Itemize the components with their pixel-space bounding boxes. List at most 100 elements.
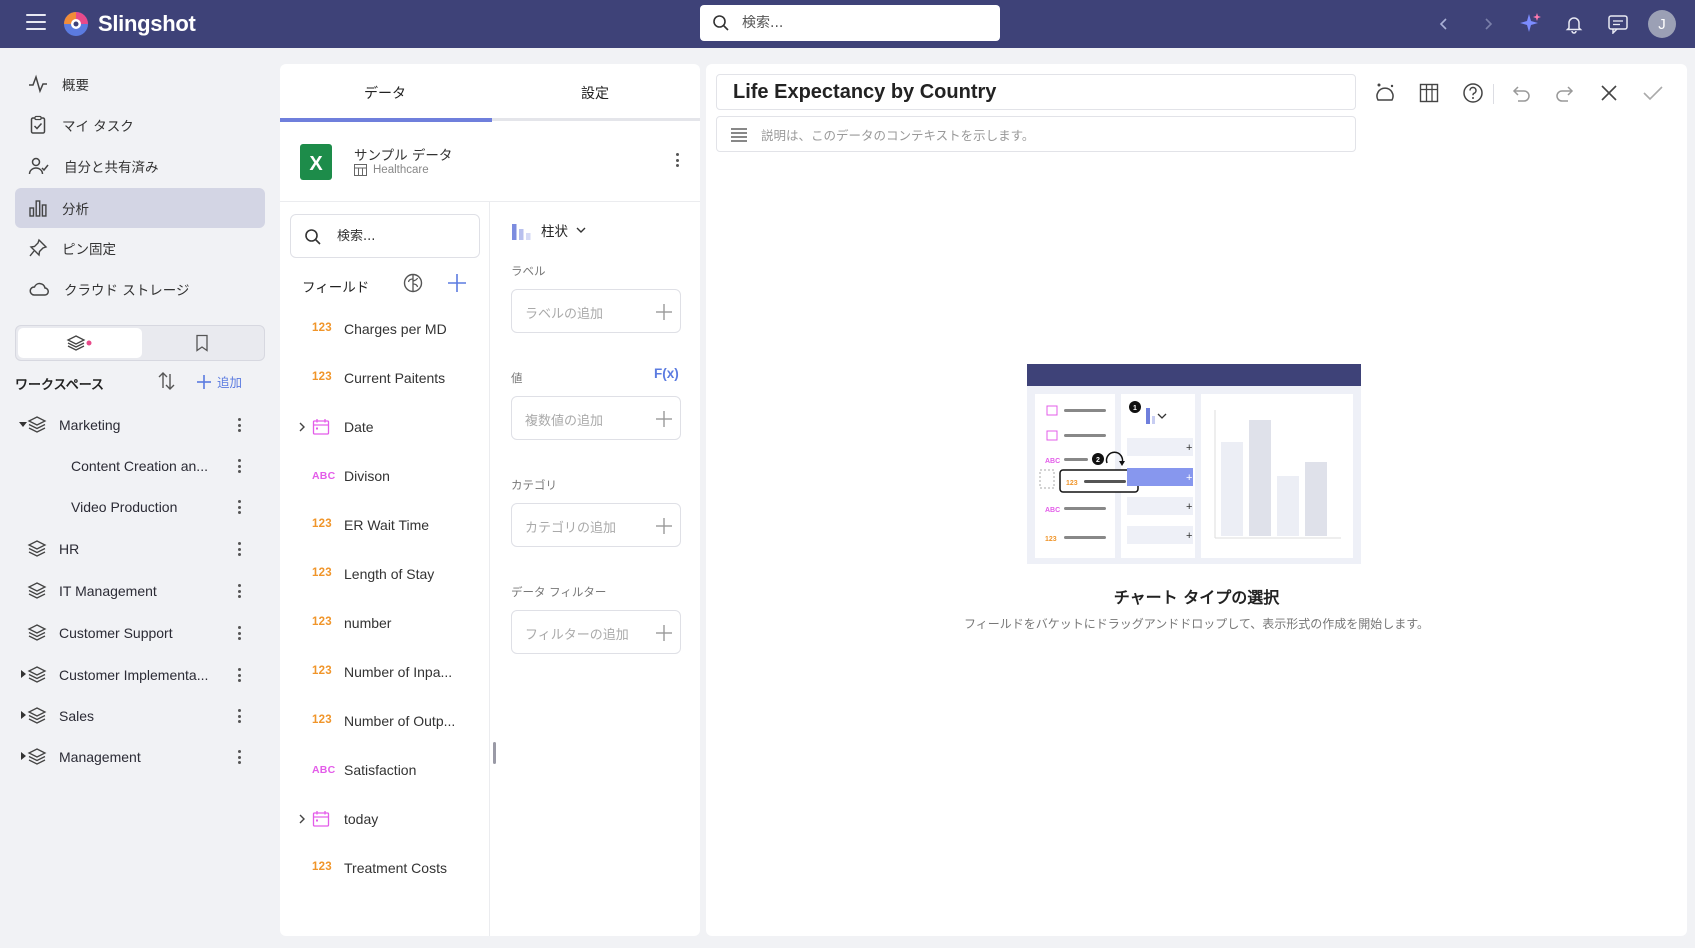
field-item[interactable]: 123 Current Paitents: [280, 359, 485, 399]
help-icon[interactable]: [1458, 78, 1488, 108]
workspace-item-management[interactable]: Management: [15, 739, 265, 775]
table-view-icon[interactable]: [1414, 78, 1444, 108]
activity-icon: [29, 74, 47, 94]
global-search-input[interactable]: [742, 15, 982, 31]
undo-icon[interactable]: [1506, 78, 1536, 108]
back-icon[interactable]: [1430, 10, 1458, 38]
datasource-more-icon[interactable]: [671, 152, 683, 168]
tab-settings[interactable]: 設定: [490, 64, 700, 122]
close-icon[interactable]: [1594, 78, 1624, 108]
nav-cloud-storage[interactable]: クラウド ストレージ: [15, 269, 265, 309]
workspace-item-hr[interactable]: HR: [15, 531, 265, 567]
layers-icon: [27, 582, 47, 599]
filter-drop-zone[interactable]: フィルターの追加: [511, 610, 681, 654]
drop-placeholder: 複数値の追加: [525, 414, 604, 429]
formula-button[interactable]: F(x): [654, 366, 679, 381]
workspace-item-sales[interactable]: Sales: [15, 698, 265, 734]
redo-icon[interactable]: [1550, 78, 1580, 108]
workspaces-view-button[interactable]: [18, 328, 142, 358]
visualization-description-field[interactable]: 説明は、このデータのコンテキストを示します。: [716, 116, 1356, 152]
more-options-icon[interactable]: [233, 625, 245, 641]
slingshot-logo-icon: [64, 12, 88, 36]
chart-type-selector[interactable]: 柱状: [511, 220, 586, 240]
field-name: Number of Outp...: [344, 713, 456, 729]
workspace-item-it-management[interactable]: IT Management: [15, 573, 265, 609]
workspace-item-content-creation[interactable]: Content Creation an...: [15, 448, 265, 484]
field-search-input[interactable]: [337, 228, 467, 244]
caret-right-icon[interactable]: [19, 711, 27, 719]
more-options-icon[interactable]: [233, 458, 245, 474]
field-item[interactable]: 123 Charges per MD: [280, 310, 485, 350]
add-field-icon[interactable]: [446, 272, 468, 294]
workspace-item-customer-implementation[interactable]: Customer Implementa...: [15, 657, 265, 693]
bell-icon[interactable]: [1560, 10, 1588, 38]
visualization-title-field[interactable]: Life Expectancy by Country: [716, 74, 1356, 110]
field-name: Satisfaction: [344, 762, 417, 778]
nav-overview[interactable]: 概要: [15, 64, 265, 104]
workspace-item-marketing[interactable]: Marketing: [15, 407, 265, 443]
chevron-right-icon[interactable]: [298, 814, 306, 824]
field-item[interactable]: 123 Number of Outp...: [280, 702, 485, 742]
datasource-row[interactable]: X サンプル データ Healthcare: [280, 122, 700, 202]
global-search[interactable]: [700, 5, 1000, 41]
ai-sparkle-icon[interactable]: [1516, 10, 1544, 38]
ai-brain-icon[interactable]: [402, 272, 424, 294]
workspaces-title: ワークスペース: [15, 378, 105, 393]
more-options-icon[interactable]: [233, 499, 245, 515]
field-name: Date: [344, 419, 374, 435]
workspace-item-customer-support[interactable]: Customer Support: [15, 615, 265, 651]
field-item[interactable]: 123 ER Wait Time: [280, 506, 485, 546]
field-item[interactable]: 123 Length of Stay: [280, 555, 485, 595]
nav-pinned[interactable]: ピン固定: [15, 228, 265, 268]
fields-title: フィールド: [302, 280, 370, 296]
caret-right-icon[interactable]: [19, 752, 27, 760]
layers-icon: [27, 666, 47, 683]
nav-my-tasks[interactable]: マイ タスク: [15, 105, 265, 145]
add-workspace-button[interactable]: 追加: [195, 372, 242, 391]
value-drop-zone[interactable]: 複数値の追加: [511, 396, 681, 440]
workspace-item-video-production[interactable]: Video Production: [15, 489, 265, 525]
category-drop-zone[interactable]: カテゴリの追加: [511, 503, 681, 547]
caret-right-icon[interactable]: [19, 670, 27, 678]
nav-shared-with-me[interactable]: 自分と共有済み: [15, 146, 265, 186]
field-item[interactable]: 123 number: [280, 604, 485, 644]
field-search[interactable]: [290, 214, 480, 258]
add-workspace-label: 追加: [217, 375, 243, 390]
more-options-icon[interactable]: [233, 667, 245, 683]
more-options-icon[interactable]: [233, 583, 245, 599]
app-logo[interactable]: Slingshot: [62, 8, 196, 40]
sort-icon[interactable]: [155, 370, 177, 392]
visualization-title: Life Expectancy by Country: [733, 80, 997, 103]
top-bar: Slingshot J: [0, 0, 1695, 48]
field-name: Treatment Costs: [344, 860, 447, 876]
more-options-icon[interactable]: [233, 708, 245, 724]
empty-state-title: チャート タイプの選択: [1113, 588, 1280, 607]
field-item[interactable]: 123 Treatment Costs: [280, 849, 485, 889]
label-drop-zone[interactable]: ラベルの追加: [511, 289, 681, 333]
more-options-icon[interactable]: [233, 541, 245, 557]
datasource-table: Healthcare: [354, 164, 429, 176]
svg-text:+: +: [1186, 501, 1192, 513]
confirm-check-icon[interactable]: [1638, 78, 1668, 108]
user-avatar[interactable]: J: [1648, 10, 1676, 38]
caret-down-icon[interactable]: [19, 420, 27, 428]
number-type-icon: 123: [312, 665, 332, 677]
field-item[interactable]: today: [280, 800, 485, 840]
plus-icon: [656, 411, 672, 427]
tab-data[interactable]: データ: [280, 64, 490, 122]
more-options-icon[interactable]: [233, 417, 245, 433]
chat-icon[interactable]: [1604, 10, 1632, 38]
nav-analytics[interactable]: 分析: [15, 188, 265, 228]
field-item[interactable]: ABC Divison: [280, 457, 485, 497]
category-section-title: カテゴリ: [511, 478, 557, 492]
field-item[interactable]: 123 Number of Inpa...: [280, 653, 485, 693]
forward-icon[interactable]: [1474, 10, 1502, 38]
field-item[interactable]: Date: [280, 408, 485, 448]
chevron-right-icon[interactable]: [298, 422, 306, 432]
nav-label: 分析: [62, 202, 89, 218]
ai-insights-icon[interactable]: [1370, 78, 1400, 108]
more-options-icon[interactable]: [233, 749, 245, 765]
bookmarks-view-button[interactable]: [140, 328, 264, 358]
menu-icon[interactable]: [26, 14, 46, 32]
field-item[interactable]: ABC Satisfaction: [280, 751, 485, 791]
